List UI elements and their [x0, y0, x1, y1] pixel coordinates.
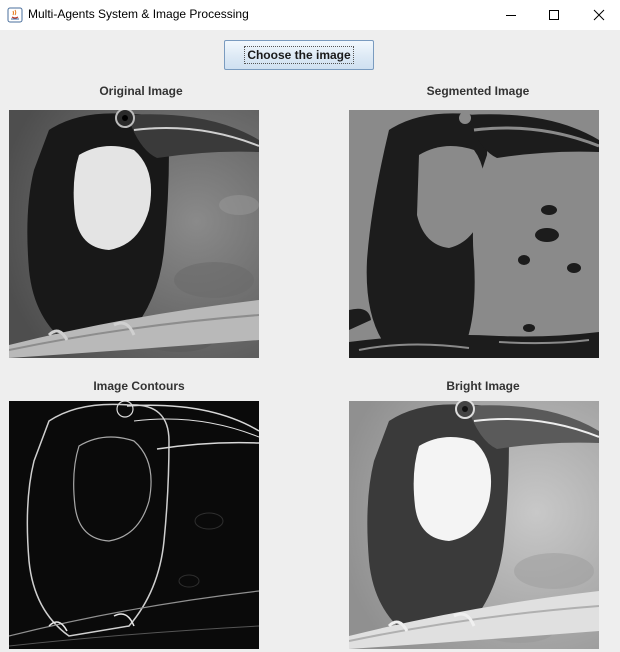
minimize-button[interactable] [488, 0, 534, 30]
bright-image [349, 401, 599, 649]
close-icon [593, 9, 605, 21]
title-bar: Multi-Agents System & Image Processing [0, 0, 620, 30]
maximize-button[interactable] [531, 0, 577, 30]
maximize-icon [549, 10, 559, 20]
contours-image-label: Image Contours [93, 379, 185, 393]
segmented-image-label: Segmented Image [426, 84, 530, 98]
original-image [9, 110, 259, 358]
window-title: Multi-Agents System & Image Processing [28, 7, 249, 21]
contours-image [9, 401, 259, 649]
original-image-label: Original Image [99, 84, 183, 98]
choose-image-button[interactable]: Choose the image [224, 40, 374, 70]
java-app-icon [7, 7, 23, 23]
close-button[interactable] [576, 0, 620, 30]
segmented-image [349, 110, 599, 358]
bright-image-label: Bright Image [446, 379, 520, 393]
choose-image-label: Choose the image [244, 46, 354, 64]
minimize-icon [506, 15, 516, 16]
